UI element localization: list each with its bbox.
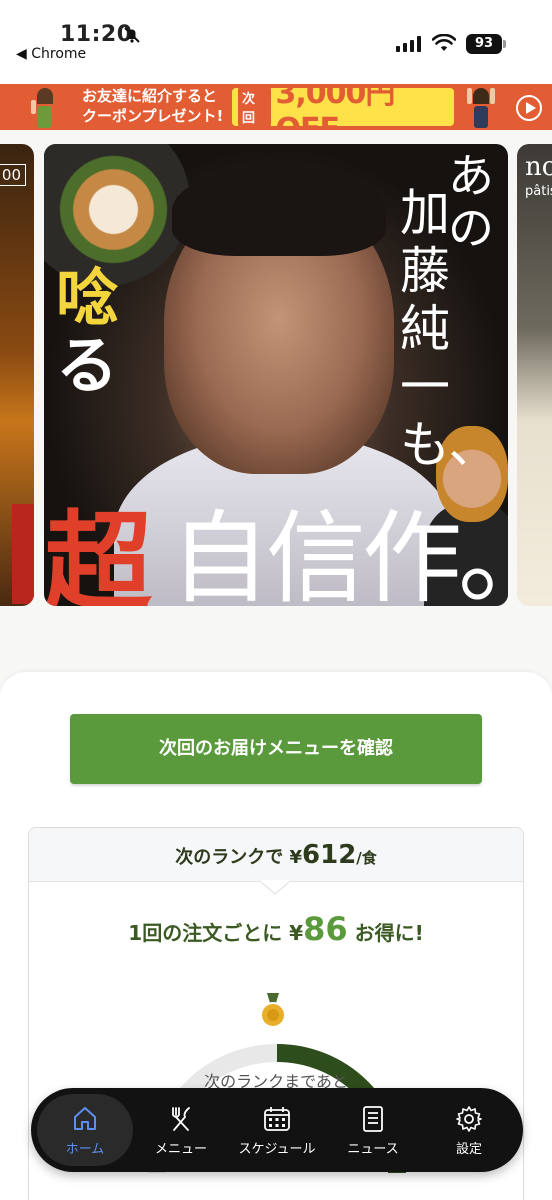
tab-schedule-label: スケジュール [238,1141,316,1157]
girl-illustration-icon [31,88,53,128]
rank-per-meal: /食 [356,849,377,867]
promo-coupon: 次回 3,000円OFF [232,84,454,130]
check-next-menu-button[interactable]: 次回のお届けメニューを確認 [70,714,482,784]
back-to-app-link[interactable]: ◀ Chrome [16,46,86,62]
medal-icon [260,993,286,1028]
bell-muted-icon [124,27,140,43]
savings-prefix: 1回の注文ごとに [128,921,283,945]
gear-icon [456,1105,482,1132]
headline-unaru: 唸 る [56,264,126,400]
headline-unaru-1: 唸 [56,261,119,334]
carousel-slide-next[interactable]: no pâtis [517,144,552,606]
callout-arrow-icon [261,880,289,895]
calendar-icon [264,1106,290,1131]
slide-decoration [12,504,34,604]
promo-text: お友達に紹介すると クーポンプレゼント! [82,86,223,126]
slide-brand: no [525,152,552,182]
tab-home[interactable]: ホーム [37,1094,133,1166]
promo-next-label: 次回 [238,86,272,128]
battery-indicator: 93 [466,34,506,54]
tab-news-label: ニュース [347,1141,399,1157]
rank-header: 次のランクで ¥612/食 [29,828,523,882]
rank-price: 612 [302,840,357,870]
headline-unaru-2: る [56,329,119,402]
savings-suffix: お得に! [354,921,424,945]
promo-line-1: お友達に紹介すると [82,87,218,105]
savings-yen: ¥ [289,921,304,945]
tab-menu-label: メニュー [154,1141,207,1157]
headline-cho: 超 [44,500,153,606]
slide-tag: 00 [0,164,26,186]
rank-yen: ¥ [289,847,303,868]
referral-promo-banner[interactable]: お友達に紹介すると クーポンプレゼント! 次回 3,000円OFF [0,84,552,130]
carousel-slide-current[interactable]: あの 加藤純一も、 唸 る 超 自信作。 [44,144,508,606]
tab-schedule[interactable]: スケジュール [229,1094,325,1166]
promo-line-2: クーポンプレゼント! [82,107,224,125]
headline-kato: 加藤純一も、 [400,184,499,474]
fork-knife-icon [172,1106,190,1131]
slide-brand-sub: pâtis [525,184,552,199]
rank-header-prefix: 次のランクで [175,847,284,868]
tab-news[interactable]: ニュース [325,1094,421,1166]
person-hair-image [172,166,386,256]
hero-carousel[interactable]: 00 あの 加藤純一も、 唸 る 超 自信作。 no pâtis [0,130,552,620]
tab-settings-label: 設定 [455,1141,482,1157]
carousel-slide-previous[interactable]: 00 [0,144,34,606]
savings-amount: 86 [303,910,348,948]
promo-amount: 3,000円OFF [275,84,395,130]
tab-menu[interactable]: メニュー [133,1094,229,1166]
tab-settings[interactable]: 設定 [421,1094,517,1166]
headline-jishinsaku: 自信作。 [170,500,508,607]
play-icon[interactable] [516,95,542,121]
home-icon [74,1106,96,1130]
status-bar: 11:20 ◀ Chrome 93 [0,0,552,84]
savings-line: 1回の注文ごとに ¥86 お得に! [29,910,523,948]
news-icon [363,1105,383,1132]
wifi-icon [432,34,456,51]
tab-home-label: ホーム [65,1141,105,1157]
signal-icon [396,36,421,52]
bottom-tab-bar: ホーム メニュー スケジュール ニュース 設定 [31,1088,523,1172]
girl-illustration-icon [467,88,495,128]
